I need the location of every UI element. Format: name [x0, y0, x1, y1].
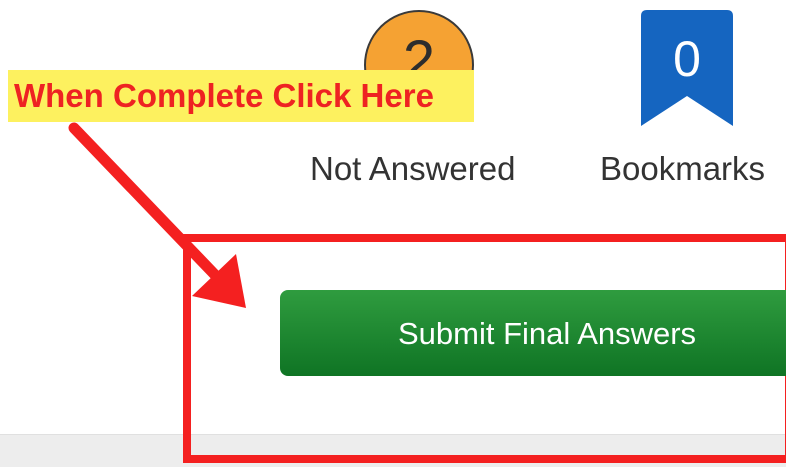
- submit-final-answers-button[interactable]: Submit Final Answers: [280, 290, 786, 376]
- bookmarks-label: Bookmarks: [600, 150, 766, 187]
- callout-label: When Complete Click Here: [8, 70, 474, 122]
- bookmarks-count: 0: [673, 31, 701, 87]
- not-answered-label: Not Answered: [310, 150, 516, 187]
